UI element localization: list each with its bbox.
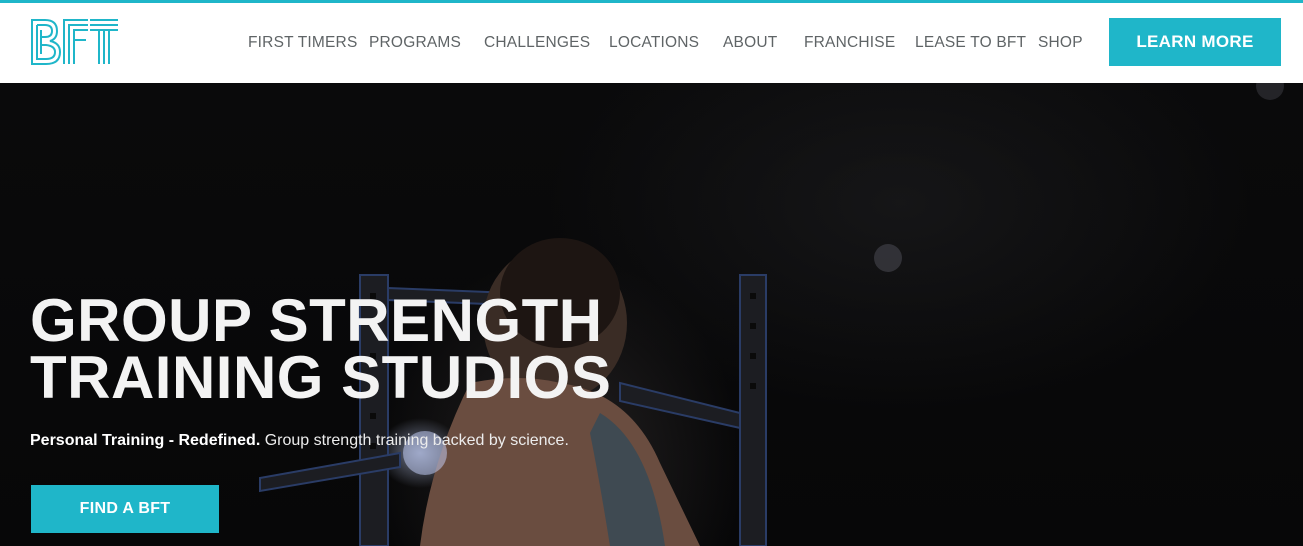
learn-more-button[interactable]: LEARN MORE [1109,18,1281,66]
nav-about[interactable]: ABOUT [723,33,777,53]
hero-headline-line-1: GROUP STRENGTH [30,287,603,354]
nav-first-timers[interactable]: FIRST TIMERS [248,33,357,53]
nav-programs[interactable]: PROGRAMS [369,33,461,53]
site-header: FIRST TIMERS PROGRAMS CHALLENGES LOCATIO… [0,3,1303,83]
nav-franchise[interactable]: FRANCHISE [804,33,895,53]
hero-headline: GROUP STRENGTH TRAINING STUDIOS [30,287,612,411]
hero-section: GROUP STRENGTH TRAINING STUDIOS Personal… [0,83,1303,546]
nav-locations[interactable]: LOCATIONS [609,33,699,53]
hero-headline-line-2: TRAINING STUDIOS [30,344,612,411]
bft-logo-icon [31,19,118,65]
nav-shop[interactable]: SHOP [1038,33,1083,53]
hero-subheading: Personal Training - Redefined. Group str… [30,432,569,450]
nav-challenges[interactable]: CHALLENGES [484,33,590,53]
find-a-bft-button[interactable]: FIND A BFT [31,485,219,533]
hero-sub-text: Group strength training backed by scienc… [260,432,569,449]
nav-lease-to-bft[interactable]: LEASE TO BFT [915,33,1026,53]
bft-logo[interactable] [30,18,120,68]
hero-sub-bold: Personal Training - Redefined. [30,432,261,449]
